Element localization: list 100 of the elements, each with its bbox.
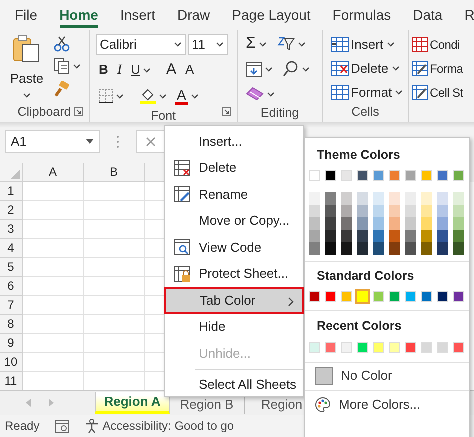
fill-down-icon[interactable] xyxy=(246,62,262,76)
ribbon-tab[interactable]: Home xyxy=(60,2,98,28)
row-header[interactable]: 11 xyxy=(0,372,23,390)
caret-icon[interactable] xyxy=(258,42,267,46)
accessibility-icon[interactable] xyxy=(84,418,100,434)
color-swatch[interactable] xyxy=(389,242,400,254)
color-swatch[interactable] xyxy=(405,242,416,254)
menu-item[interactable]: No Color xyxy=(341,366,392,386)
dialog-launcher-icon[interactable] xyxy=(74,107,83,116)
color-swatch[interactable] xyxy=(389,192,400,204)
color-swatch[interactable] xyxy=(373,192,384,204)
menu-item[interactable]: Protect Sheet... xyxy=(165,260,303,287)
ribbon-tab[interactable]: File xyxy=(15,2,38,28)
color-swatch[interactable] xyxy=(373,290,384,302)
underline-button[interactable]: U xyxy=(131,60,140,80)
color-swatch[interactable] xyxy=(421,342,432,352)
color-swatch[interactable] xyxy=(421,290,432,302)
color-swatch[interactable] xyxy=(325,242,336,254)
color-swatch[interactable] xyxy=(341,290,352,302)
color-swatch[interactable] xyxy=(309,230,320,242)
color-swatch[interactable] xyxy=(357,342,368,352)
color-swatch[interactable] xyxy=(309,192,320,204)
color-swatch[interactable] xyxy=(325,342,336,352)
row-header[interactable]: 1 xyxy=(0,182,23,201)
color-swatch[interactable] xyxy=(421,192,432,204)
macro-record-icon[interactable] xyxy=(54,420,69,432)
grid-cell[interactable] xyxy=(23,201,84,220)
column-header[interactable]: B xyxy=(84,163,145,182)
color-swatch[interactable] xyxy=(341,242,352,254)
color-swatch[interactable] xyxy=(357,217,368,230)
color-swatch[interactable] xyxy=(437,192,448,204)
color-swatch[interactable] xyxy=(405,342,416,352)
caret-icon[interactable] xyxy=(191,94,200,98)
cells-button[interactable]: Insert xyxy=(351,34,384,54)
color-swatch[interactable] xyxy=(325,170,336,181)
color-swatch[interactable] xyxy=(389,217,400,230)
color-swatch[interactable] xyxy=(325,217,336,230)
color-swatch[interactable] xyxy=(341,204,352,217)
color-swatch[interactable] xyxy=(437,342,448,352)
color-swatch[interactable] xyxy=(453,204,464,217)
color-swatch[interactable] xyxy=(389,230,400,242)
color-swatch[interactable] xyxy=(437,204,448,217)
menu-item[interactable]: More Colors... xyxy=(339,394,421,414)
color-swatch[interactable] xyxy=(389,170,400,181)
cells-button[interactable]: Delete xyxy=(351,58,389,78)
menu-item[interactable]: Move or Copy... xyxy=(165,208,303,234)
color-swatch[interactable] xyxy=(405,192,416,204)
color-swatch[interactable] xyxy=(453,242,464,254)
color-swatch[interactable] xyxy=(453,170,464,181)
color-swatch[interactable] xyxy=(453,217,464,230)
color-swatch[interactable] xyxy=(357,170,368,181)
grid-cell[interactable] xyxy=(84,239,145,258)
menu-item[interactable]: View Code xyxy=(165,234,303,260)
caret-icon[interactable] xyxy=(143,68,152,72)
color-swatch[interactable] xyxy=(405,290,416,302)
grid-cell[interactable] xyxy=(84,220,145,239)
menu-item[interactable]: Hide xyxy=(165,314,303,340)
grid-cell[interactable] xyxy=(84,277,145,296)
color-swatch[interactable] xyxy=(373,342,384,352)
row-header[interactable]: 6 xyxy=(0,277,23,296)
cells-button[interactable]: Format xyxy=(351,82,392,102)
font-size-field[interactable]: 11 xyxy=(188,34,228,55)
font-color-button[interactable]: A xyxy=(175,88,188,104)
left-arrow-icon[interactable] xyxy=(26,399,31,407)
color-swatch[interactable] xyxy=(309,290,320,302)
styles-button[interactable]: Condi xyxy=(430,36,460,54)
color-swatch[interactable] xyxy=(309,217,320,230)
color-swatch[interactable] xyxy=(437,242,448,254)
table-icon[interactable] xyxy=(412,61,428,76)
caret-icon[interactable] xyxy=(395,90,404,95)
search-icon[interactable] xyxy=(283,61,299,77)
grid-cell[interactable] xyxy=(23,258,84,277)
color-swatch[interactable] xyxy=(341,342,352,352)
color-swatch[interactable] xyxy=(421,230,432,242)
autosum-button[interactable]: Σ xyxy=(246,32,256,56)
sheet-tab[interactable]: Region A xyxy=(95,392,170,414)
color-swatch[interactable] xyxy=(357,230,368,242)
ribbon-tab[interactable]: Insert xyxy=(120,2,156,28)
caret-icon[interactable] xyxy=(159,94,167,98)
right-arrow-icon[interactable] xyxy=(49,399,54,407)
color-swatch[interactable] xyxy=(405,230,416,242)
color-swatch[interactable] xyxy=(373,217,384,230)
color-swatch[interactable] xyxy=(309,204,320,217)
color-swatch[interactable] xyxy=(453,342,464,352)
sort-filter-icon[interactable] xyxy=(276,36,295,52)
color-swatch[interactable] xyxy=(453,290,464,302)
color-swatch[interactable] xyxy=(389,290,400,302)
styles-button[interactable]: Forma xyxy=(430,60,464,78)
grid-cell[interactable] xyxy=(23,315,84,334)
row-header[interactable]: 2 xyxy=(0,201,23,220)
cancel-icon[interactable] xyxy=(146,136,156,146)
color-swatch[interactable] xyxy=(341,217,352,230)
grid-cell[interactable] xyxy=(23,334,84,353)
color-swatch[interactable] xyxy=(357,242,368,254)
grid-cell[interactable] xyxy=(23,239,84,258)
caret-icon[interactable] xyxy=(116,94,124,98)
caret-icon[interactable] xyxy=(267,92,275,96)
paste-label[interactable]: Paste xyxy=(10,69,44,88)
color-swatch[interactable] xyxy=(437,170,448,181)
shrink-font-button[interactable]: A xyxy=(185,60,194,80)
